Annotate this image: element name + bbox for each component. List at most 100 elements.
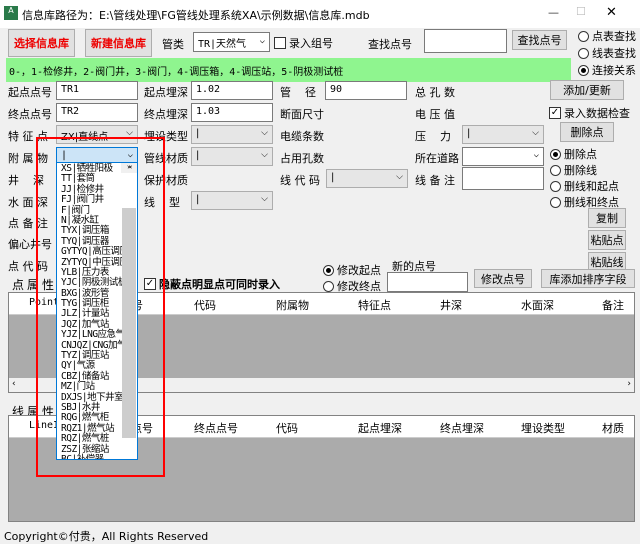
voltage-label: 电 压 值 bbox=[415, 108, 455, 121]
radio-icon bbox=[550, 148, 561, 160]
new-db-button[interactable]: 新建信息库 bbox=[85, 29, 152, 57]
chevron-down-icon: ⌵ bbox=[533, 150, 539, 160]
diameter-input[interactable]: 90 bbox=[325, 81, 407, 100]
group-checkbox-label: 录入组号 bbox=[289, 37, 333, 50]
end-point-input[interactable]: TR2 bbox=[56, 103, 138, 122]
line-type-value: | bbox=[196, 194, 200, 205]
highlight-box bbox=[36, 137, 165, 477]
checkbox-icon bbox=[274, 37, 286, 49]
find-point-input[interactable] bbox=[424, 29, 507, 53]
bury-type-select[interactable]: | ⌵ bbox=[191, 125, 273, 144]
col-header[interactable]: 代码 bbox=[276, 420, 298, 436]
road-label: 所在道路 bbox=[415, 152, 459, 165]
chevron-down-icon: ⌵ bbox=[261, 150, 268, 160]
radio-label: 点表查找 bbox=[592, 30, 636, 43]
chevron-down-icon: ⌵ bbox=[261, 128, 268, 138]
radio-icon bbox=[550, 164, 561, 176]
radio-line-search[interactable]: 线表查找 bbox=[578, 45, 636, 61]
radio-icon bbox=[578, 30, 589, 42]
find-label: 查找点号 bbox=[368, 38, 412, 51]
radio-label: 删线和起点 bbox=[564, 180, 619, 193]
line-type-select[interactable]: | ⌵ bbox=[191, 191, 273, 210]
radio-icon bbox=[550, 196, 561, 208]
material-select[interactable]: | ⌵ bbox=[191, 147, 273, 166]
copy-button[interactable]: 复制 bbox=[588, 208, 626, 228]
radio-label: 线表查找 bbox=[592, 47, 636, 60]
select-db-button[interactable]: 选择信息库 bbox=[8, 29, 75, 57]
col-header[interactable]: 代码 bbox=[194, 297, 216, 313]
close-button[interactable]: ✕ bbox=[606, 5, 617, 20]
modify-point-button[interactable]: 修改点号 bbox=[474, 269, 532, 288]
radio-icon bbox=[323, 264, 334, 276]
radio-icon bbox=[578, 47, 589, 59]
radio-icon bbox=[550, 180, 561, 192]
start-depth-label: 起点埋深 bbox=[144, 86, 188, 99]
start-depth-input[interactable]: 1.02 bbox=[191, 81, 273, 100]
col-header[interactable]: 井深 bbox=[440, 297, 462, 313]
col-header[interactable]: 终点点号 bbox=[194, 420, 238, 436]
line-note-label: 线 备 注 bbox=[415, 174, 455, 187]
add-sort-field-button[interactable]: 库添加排序字段 bbox=[541, 269, 635, 288]
col-header[interactable]: 终点埋深 bbox=[440, 420, 484, 436]
hide-checkbox-label: 隐蔽点明显点可同时录入 bbox=[159, 278, 280, 291]
material-value: | bbox=[196, 150, 200, 161]
col-header[interactable]: 备注 bbox=[602, 297, 624, 313]
occupied-label: 占用孔数 bbox=[280, 152, 324, 165]
data-check-checkbox[interactable]: ✓ 录入数据检查 bbox=[549, 105, 630, 121]
delete-point-button[interactable]: 删除点 bbox=[560, 122, 614, 142]
pressure-select[interactable]: | ⌵ bbox=[462, 125, 544, 144]
section-label: 断面尺寸 bbox=[280, 108, 324, 121]
footer-copyright: Copyright©付贵，All Rights Reserved bbox=[4, 530, 209, 543]
check-label: 录入数据检查 bbox=[564, 107, 630, 120]
add-update-button[interactable]: 添加/更新 bbox=[550, 80, 624, 100]
col-header[interactable]: 特征点 bbox=[358, 297, 391, 313]
radio-connection[interactable]: 连接关系 bbox=[578, 62, 636, 78]
col-header[interactable]: 起点埋深 bbox=[358, 420, 402, 436]
cable-count-label: 电缆条数 bbox=[280, 130, 324, 143]
end-point-label: 终点点号 bbox=[8, 108, 52, 121]
radio-label: 修改起点 bbox=[337, 264, 381, 277]
radio-delete-line[interactable]: 删除线 bbox=[550, 162, 597, 178]
chevron-down-icon: ⌵ bbox=[532, 128, 539, 138]
road-select[interactable]: ⌵ bbox=[462, 147, 544, 166]
start-point-label: 起点点号 bbox=[8, 86, 52, 99]
legend-bar: 0-，1-检修井，2-阀门井，3-阀门，4-调压箱，4-调压站，5-阴极测试桩 bbox=[6, 58, 571, 82]
col-header[interactable]: 附属物 bbox=[276, 297, 309, 313]
line-code-select[interactable]: | ⌵ bbox=[326, 169, 408, 188]
line-code-value: | bbox=[331, 172, 335, 183]
chevron-down-icon: ⌵ bbox=[261, 194, 268, 204]
col-header[interactable]: 水面深 bbox=[521, 297, 554, 313]
window-title: 信息库路径为：E:\管线处理\FG管线处理系统XA\示例数据\信息库.mdb bbox=[22, 9, 370, 22]
radio-delete-line-start[interactable]: 删线和起点 bbox=[550, 178, 619, 194]
radio-label: 删除点 bbox=[564, 148, 597, 161]
diameter-label: 管 径 bbox=[280, 86, 316, 99]
minimize-button[interactable]: — bbox=[548, 6, 559, 19]
legend-text: 0-，1-检修井，2-阀门井，3-阀门，4-调压箱，4-调压站，5-阴极测试桩 bbox=[9, 67, 344, 78]
end-depth-label: 终点埋深 bbox=[144, 108, 188, 121]
radio-label: 删除线 bbox=[564, 164, 597, 177]
new-point-input[interactable] bbox=[387, 272, 468, 292]
paste-point-button[interactable]: 粘贴点 bbox=[588, 230, 626, 250]
total-holes-label: 总 孔 数 bbox=[415, 86, 455, 99]
line-code-label: 线 代 码 bbox=[280, 174, 320, 187]
col-header[interactable]: 埋设类型 bbox=[521, 420, 565, 436]
line-note-input[interactable] bbox=[462, 167, 544, 190]
group-checkbox[interactable]: 录入组号 bbox=[274, 35, 333, 51]
radio-icon bbox=[323, 280, 334, 292]
radio-delete-point[interactable]: 删除点 bbox=[550, 146, 597, 162]
pipe-type-value: TR|天然气 bbox=[198, 39, 247, 50]
chevron-down-icon: ⌵ bbox=[396, 172, 403, 182]
radio-point-search[interactable]: 点表查找 bbox=[578, 28, 636, 44]
pipe-type-select[interactable]: TR|天然气 ⌵ bbox=[193, 32, 270, 52]
start-point-input[interactable]: TR1 bbox=[56, 81, 138, 100]
app-icon: A bbox=[4, 6, 18, 20]
end-depth-input[interactable]: 1.03 bbox=[191, 103, 273, 122]
chevron-down-icon: ⌵ bbox=[259, 36, 265, 46]
radio-label: 连接关系 bbox=[592, 64, 636, 77]
maximize-button[interactable]: ☐ bbox=[576, 5, 586, 18]
bury-type-value: | bbox=[196, 128, 200, 139]
radio-modify-start[interactable]: 修改起点 bbox=[323, 262, 381, 278]
title-bar: A 信息库路径为：E:\管线处理\FG管线处理系统XA\示例数据\信息库.mdb… bbox=[0, 0, 640, 28]
col-header[interactable]: 材质 bbox=[602, 420, 624, 436]
find-point-button[interactable]: 查找点号 bbox=[512, 30, 567, 50]
